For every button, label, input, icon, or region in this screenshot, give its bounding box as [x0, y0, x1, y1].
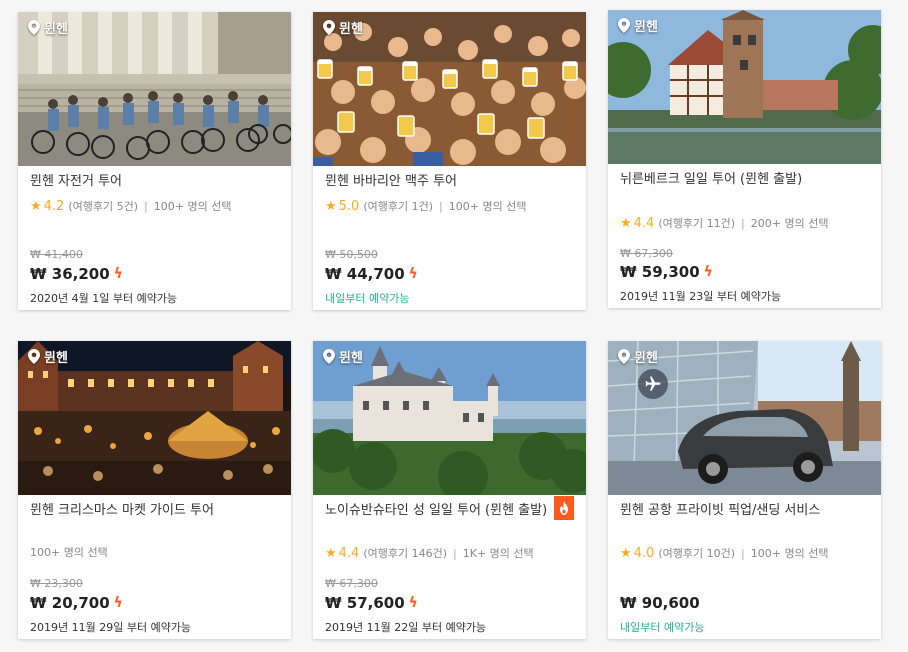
rating-row: ★ 4.4 (여행후기 11건) | 200+ 명의 선택 — [620, 215, 828, 231]
tour-thumbnail: 뮌헨 — [18, 341, 291, 495]
availability: 내일부터 예약가능 — [325, 292, 410, 305]
location-label: 뮌헨 — [28, 347, 68, 366]
location-label: 뮌헨 — [618, 16, 658, 35]
price: ₩ 20,700 — [30, 594, 110, 612]
airplane-icon — [638, 369, 668, 399]
map-pin-icon — [618, 349, 630, 364]
rating-row: ★ 4.2 (여행후기 5건) | 100+ 명의 선택 — [30, 198, 231, 214]
location-text: 뮌헨 — [634, 20, 658, 35]
divider: | — [741, 216, 745, 230]
location-label: 뮌헨 — [28, 18, 68, 37]
price-row: ₩ 20,700 ϟ — [30, 594, 123, 612]
tour-card[interactable]: 뮌헨 뮌헨 크리스마스 마켓 가이드 투어 100+ 명의 선택 ₩ 23,30… — [18, 341, 291, 639]
original-price: ₩ 67,300 — [620, 247, 673, 260]
rating-value: 4.4 — [633, 215, 655, 231]
tour-thumbnail: 뮌헨 — [313, 341, 586, 495]
original-price: ₩ 41,400 — [30, 248, 83, 261]
original-price: ₩ 23,300 — [30, 577, 83, 590]
tour-card[interactable]: 뮌헨 노이슈반슈타인 성 일일 투어 (뮌헨 출발) ★ 4.4 (여행후기 1… — [313, 341, 586, 639]
lightning-bolt-icon: ϟ — [703, 264, 713, 280]
tour-card[interactable]: 뮌헨 뮌헨 자전거 투어 ★ 4.2 (여행후기 5건) | 100+ 명의 선… — [18, 12, 291, 310]
rating-row: ★ 5.0 (여행후기 1건) | 100+ 명의 선택 — [325, 198, 526, 214]
chosen-count: 100+ 명의 선택 — [153, 200, 232, 213]
rating-value: 5.0 — [338, 198, 360, 214]
lightning-bolt-icon: ϟ — [113, 595, 123, 611]
rating-value: 4.0 — [633, 545, 655, 561]
chosen-count: 200+ 명의 선택 — [750, 217, 829, 230]
tour-title[interactable]: 뮌헨 크리스마스 마켓 가이드 투어 — [30, 502, 265, 520]
price: ₩ 36,200 — [30, 265, 110, 283]
review-count: (여행후기 146건) — [363, 547, 448, 560]
rating-value: 4.2 — [43, 198, 65, 214]
price-row: ₩ 59,300 ϟ — [620, 263, 713, 281]
location-text: 뮌헨 — [44, 22, 68, 37]
divider: | — [144, 199, 148, 213]
chosen-count: 100+ 명의 선택 — [750, 547, 829, 560]
availability: 2019년 11월 23일 부터 예약가능 — [620, 290, 782, 303]
tour-title[interactable]: 뉘른베르크 일일 투어 (뮌헨 출발) — [620, 171, 855, 189]
divider: | — [453, 546, 457, 560]
star-icon: ★ — [30, 198, 42, 214]
price-row: ₩ 90,600 — [620, 594, 700, 612]
map-pin-icon — [28, 349, 40, 364]
original-price: ₩ 50,500 — [325, 248, 378, 261]
availability: 2019년 11월 29일 부터 예약가능 — [30, 621, 192, 634]
original-price: ₩ 67,300 — [325, 577, 378, 590]
rating-value: 4.4 — [338, 545, 360, 561]
price-row: ₩ 36,200 ϟ — [30, 265, 123, 283]
chosen-count: 100+ 명의 선택 — [448, 200, 527, 213]
location-text: 뮌헨 — [339, 22, 363, 37]
tour-thumbnail: 뮌헨 — [608, 10, 881, 164]
tour-title[interactable]: 노이슈반슈타인 성 일일 투어 (뮌헨 출발) — [325, 502, 560, 520]
divider: | — [741, 546, 745, 560]
price: ₩ 59,300 — [620, 263, 700, 281]
location-label: 뮌헨 — [618, 347, 658, 366]
star-icon: ★ — [620, 545, 632, 561]
tour-title[interactable]: 뮌헨 공항 프라이빗 픽업/샌딩 서비스 — [620, 502, 855, 520]
tour-card[interactable]: 뮌헨 뮌헨 공항 프라이빗 픽업/샌딩 서비스 ★ 4.0 (여행후기 10건)… — [608, 341, 881, 639]
price: ₩ 57,600 — [325, 594, 405, 612]
tour-thumbnail: 뮌헨 — [18, 12, 291, 166]
review-count: (여행후기 11건) — [658, 217, 736, 230]
rating-row: ★ 4.0 (여행후기 10건) | 100+ 명의 선택 — [620, 545, 828, 561]
map-pin-icon — [323, 20, 335, 35]
chosen-count: 100+ 명의 선택 — [30, 546, 108, 559]
tour-card[interactable]: 뮌헨 뉘른베르크 일일 투어 (뮌헨 출발) ★ 4.4 (여행후기 11건) … — [608, 10, 881, 308]
location-label: 뮌헨 — [323, 18, 363, 37]
review-count: (여행후기 5건) — [68, 200, 139, 213]
chosen-count: 1K+ 명의 선택 — [462, 547, 534, 560]
price: ₩ 90,600 — [620, 594, 700, 612]
tour-card[interactable]: 뮌헨 뮌헨 바바리안 맥주 투어 ★ 5.0 (여행후기 1건) | 100+ … — [313, 12, 586, 310]
rating-row: ★ 4.4 (여행후기 146건) | 1K+ 명의 선택 — [325, 545, 534, 561]
divider: | — [439, 199, 443, 213]
tour-title[interactable]: 뮌헨 자전거 투어 — [30, 173, 265, 191]
availability: 내일부터 예약가능 — [620, 621, 705, 634]
star-icon: ★ — [325, 198, 337, 214]
price-row: ₩ 57,600 ϟ — [325, 594, 418, 612]
map-pin-icon — [618, 18, 630, 33]
review-count: (여행후기 10건) — [658, 547, 736, 560]
tour-thumbnail: 뮌헨 — [608, 341, 881, 495]
availability: 2019년 11월 22일 부터 예약가능 — [325, 621, 487, 634]
location-text: 뮌헨 — [44, 351, 68, 366]
price-row: ₩ 44,700 ϟ — [325, 265, 418, 283]
rating-row: 100+ 명의 선택 — [30, 544, 108, 560]
map-pin-icon — [323, 349, 335, 364]
tour-thumbnail: 뮌헨 — [313, 12, 586, 166]
location-label: 뮌헨 — [323, 347, 363, 366]
star-icon: ★ — [325, 545, 337, 561]
lightning-bolt-icon: ϟ — [408, 595, 418, 611]
tour-title[interactable]: 뮌헨 바바리안 맥주 투어 — [325, 173, 560, 191]
review-count: (여행후기 1건) — [363, 200, 434, 213]
location-text: 뮌헨 — [634, 351, 658, 366]
price: ₩ 44,700 — [325, 265, 405, 283]
location-text: 뮌헨 — [339, 351, 363, 366]
lightning-bolt-icon: ϟ — [408, 266, 418, 282]
lightning-bolt-icon: ϟ — [113, 266, 123, 282]
map-pin-icon — [28, 20, 40, 35]
star-icon: ★ — [620, 215, 632, 231]
availability: 2020년 4월 1일 부터 예약가능 — [30, 292, 178, 305]
